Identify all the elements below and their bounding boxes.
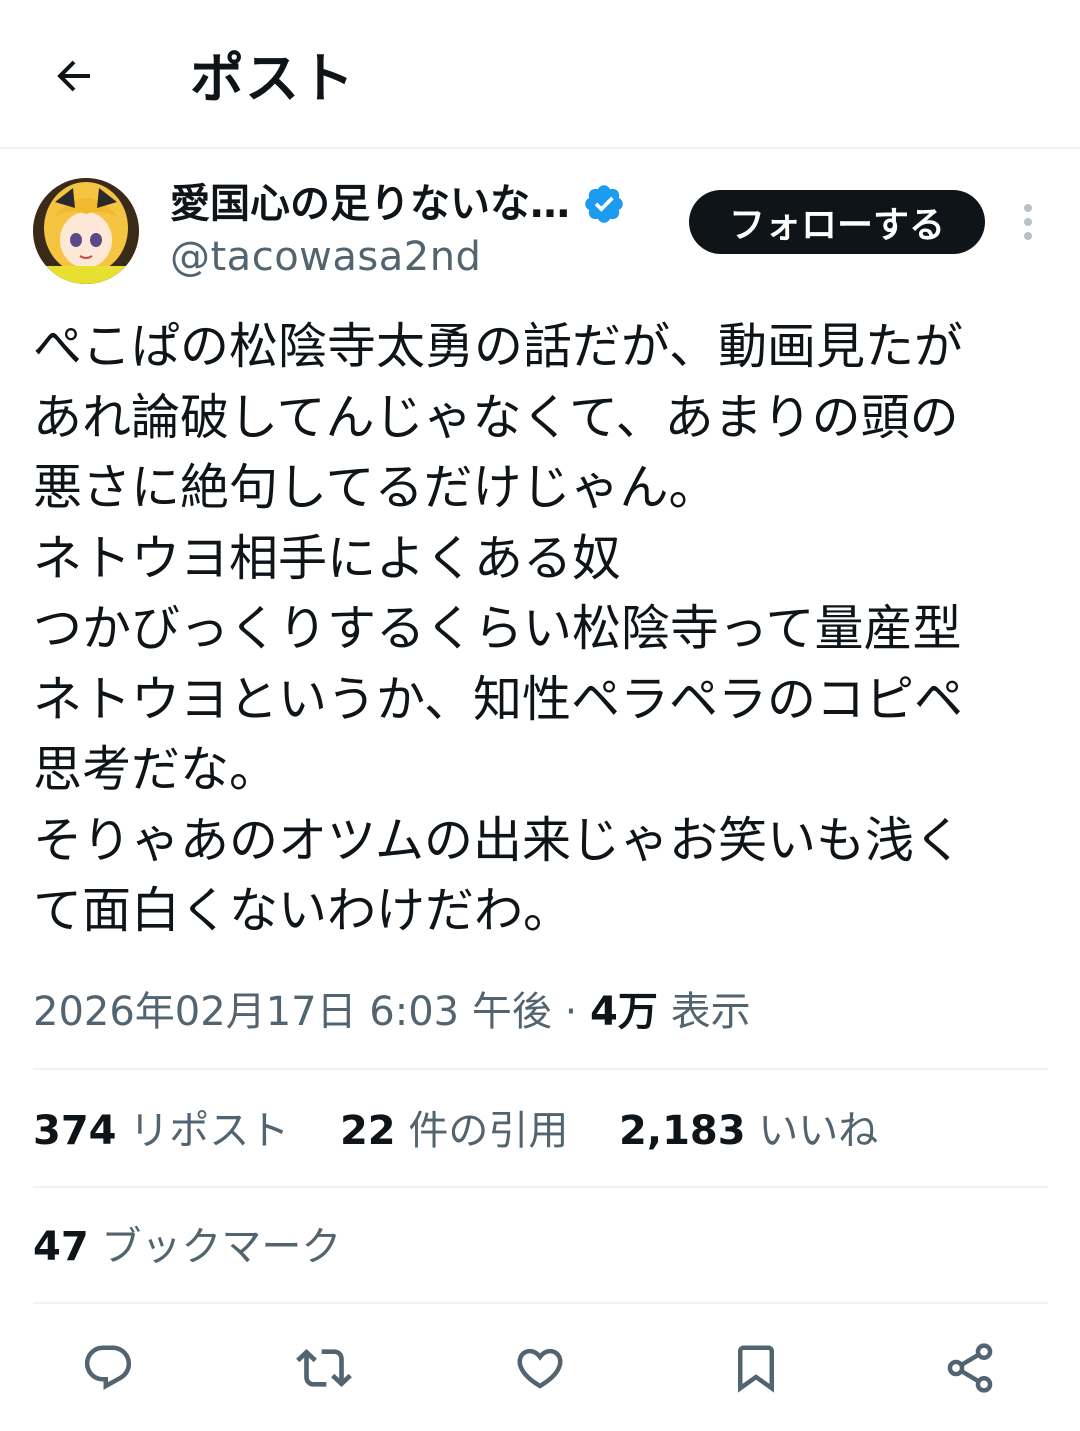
reply-button[interactable] <box>80 1340 136 1396</box>
avatar[interactable] <box>33 178 139 284</box>
reposts-count: 374 <box>33 1108 117 1154</box>
share-icon <box>947 1343 993 1393</box>
reply-icon <box>84 1345 132 1390</box>
divider <box>33 1302 1048 1304</box>
repost-button[interactable] <box>296 1340 352 1396</box>
user-handle[interactable]: @tacowasa2nd <box>170 232 481 282</box>
verified-badge-icon <box>585 185 623 223</box>
quotes-label: 件の引用 <box>408 1108 569 1154</box>
likes-count: 2,183 <box>619 1108 746 1154</box>
back-button[interactable] <box>46 48 102 104</box>
divider <box>33 1186 1048 1188</box>
views-count: 4万 <box>590 989 658 1035</box>
reposts-stat[interactable]: 374 リポスト <box>33 1108 302 1154</box>
share-button[interactable] <box>942 1340 998 1396</box>
avatar-image <box>33 178 139 284</box>
arrow-left-icon <box>57 60 90 92</box>
quotes-count: 22 <box>339 1108 396 1154</box>
divider <box>33 1068 1048 1070</box>
action-bar <box>0 1330 1080 1400</box>
bookmarks-stat[interactable]: 47 ブックマーク <box>33 1220 341 1274</box>
like-icon <box>517 1348 563 1389</box>
bookmark-icon <box>738 1345 774 1393</box>
more-options-button[interactable] <box>1008 200 1048 244</box>
top-bar: ポスト <box>0 0 1080 149</box>
bookmarks-label: ブックマーク <box>101 1224 342 1270</box>
meta-separator: · <box>564 989 578 1035</box>
bookmarks-count: 47 <box>33 1224 89 1270</box>
quotes-stat[interactable]: 22 件の引用 <box>340 1108 581 1154</box>
tweet-text: ぺこぱの松陰寺太勇の話だが、動画見たが あれ論破してんじゃなくて、あまりの頭の … <box>33 318 964 939</box>
author-name-row[interactable]: 愛国心の足りないな… <box>170 176 626 232</box>
views-label: 表示 <box>670 989 751 1035</box>
like-button[interactable] <box>512 1340 568 1396</box>
engagement-stats: 374 リポスト 22 件の引用 2,183 いいね <box>33 1104 916 1158</box>
more-vertical-icon <box>1024 204 1032 240</box>
bookmark-button[interactable] <box>728 1340 784 1396</box>
tweet-meta: 2026年02月17日 6:03 午後 · 4万 表示 <box>33 985 751 1039</box>
follow-button[interactable]: フォローする <box>689 190 985 254</box>
reposts-label: リポスト <box>129 1108 290 1154</box>
display-name[interactable]: 愛国心の足りないな… <box>170 176 570 232</box>
timestamp[interactable]: 2026年02月17日 6:03 午後 <box>33 989 552 1035</box>
likes-stat[interactable]: 2,183 いいね <box>619 1108 878 1154</box>
page-title: ポスト <box>190 47 355 110</box>
repost-icon <box>296 1349 352 1387</box>
likes-label: いいね <box>758 1108 879 1154</box>
